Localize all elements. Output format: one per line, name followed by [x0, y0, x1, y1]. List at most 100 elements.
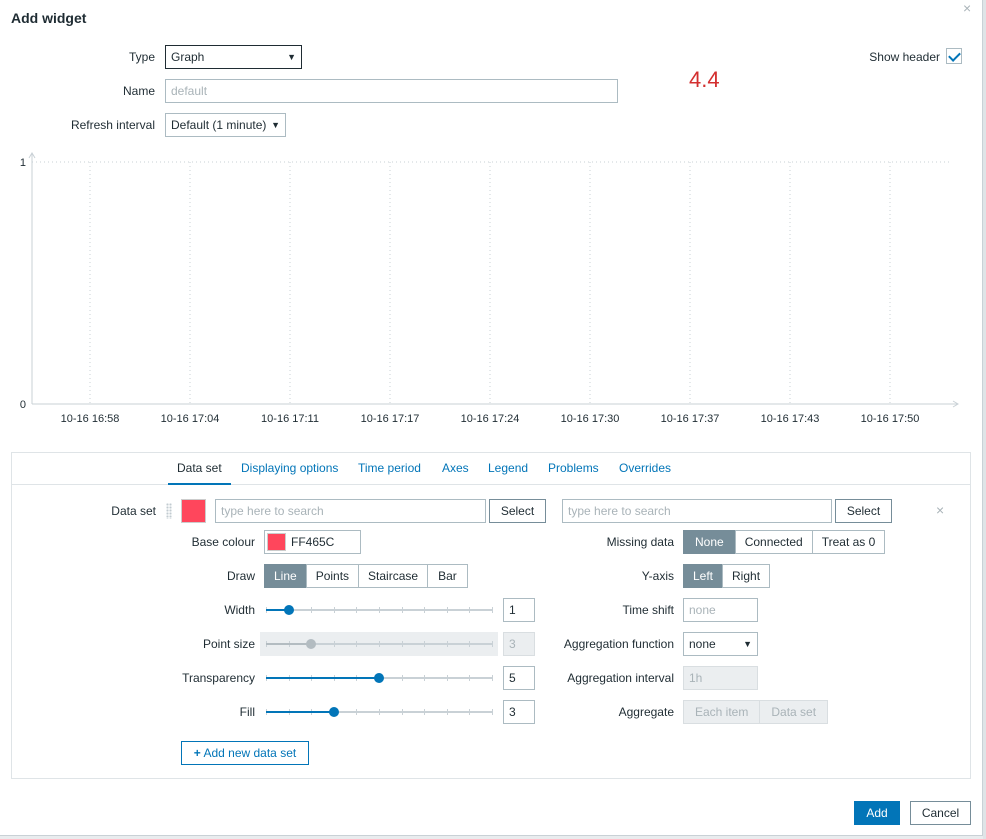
- slider-tick: [447, 607, 448, 613]
- base-colour-swatch[interactable]: [267, 533, 286, 551]
- data-set-label: Data set: [111, 504, 156, 518]
- y-tick-label: 1: [20, 157, 26, 169]
- tab-data-set[interactable]: Data set: [168, 461, 231, 485]
- tab-displaying-options[interactable]: Displaying options: [241, 461, 338, 475]
- name-input[interactable]: default: [165, 79, 618, 103]
- type-select[interactable]: Graph ▼: [165, 45, 302, 69]
- draw-option-line[interactable]: Line: [264, 564, 307, 588]
- slider-tick: [334, 641, 335, 647]
- slider-thumb[interactable]: [284, 605, 294, 615]
- slider-fill: [266, 677, 379, 679]
- slider-fill: [266, 643, 311, 645]
- width-label: Width: [224, 603, 255, 617]
- slider-tick: [356, 641, 357, 647]
- aggregate-data-set: Data set: [759, 700, 829, 724]
- slider-tick: [492, 675, 493, 681]
- close-icon[interactable]: ×: [963, 0, 971, 16]
- tab-legend[interactable]: Legend: [488, 461, 528, 475]
- graph-preview: 10-16 16:58 10-16 17:04 10-16 17:11 10-16 1…: [20, 152, 959, 425]
- slider-thumb[interactable]: [374, 673, 384, 683]
- tab-time-period[interactable]: Time period: [358, 461, 421, 475]
- chevron-down-icon: ▼: [271, 120, 280, 130]
- aggregation-function-value: none: [689, 637, 716, 651]
- y-axis-right[interactable]: Right: [722, 564, 771, 588]
- slider-tick: [402, 709, 403, 715]
- missing-data-connected[interactable]: Connected: [734, 530, 813, 554]
- slider-tick: [424, 641, 425, 647]
- data-set-color-swatch[interactable]: [181, 499, 206, 523]
- base-colour-input[interactable]: FF465C: [264, 530, 361, 554]
- slider-tick: [311, 607, 312, 613]
- slider-tick: [447, 675, 448, 681]
- draw-option-points[interactable]: Points: [305, 564, 360, 588]
- x-tick-label: 10-16 17:30: [561, 413, 620, 425]
- time-shift-input[interactable]: none: [683, 598, 758, 622]
- widget-value: 4.4: [689, 67, 720, 92]
- draw-option-staircase[interactable]: Staircase: [358, 564, 429, 588]
- transparency-label: Transparency: [182, 671, 255, 685]
- remove-data-set-icon[interactable]: ×: [936, 502, 944, 518]
- y-axis-segmented: Left Right: [683, 564, 771, 588]
- add-widget-dialog: Add widget × Type Graph ▼ Name default R…: [0, 0, 983, 836]
- slider-tick: [469, 675, 470, 681]
- item-pattern-input[interactable]: type here to search: [562, 499, 832, 523]
- missing-data-none[interactable]: None: [683, 530, 736, 554]
- x-tick-label: 10-16 17:17: [361, 413, 420, 425]
- fill-slider[interactable]: [260, 700, 498, 724]
- refresh-interval-select[interactable]: Default (1 minute) ▼: [165, 113, 286, 137]
- tab-problems[interactable]: Problems: [548, 461, 599, 475]
- refresh-interval-label: Refresh interval: [70, 118, 155, 132]
- slider-tick: [469, 709, 470, 715]
- slider-thumb[interactable]: [306, 639, 316, 649]
- show-header-checkbox[interactable]: [946, 48, 962, 64]
- x-tick-label: 10-16 17:04: [161, 413, 220, 425]
- tab-overrides[interactable]: Overrides: [619, 461, 671, 475]
- width-slider[interactable]: [260, 598, 498, 622]
- slider-tick: [424, 675, 425, 681]
- draw-label: Draw: [226, 569, 255, 583]
- name-label: Name: [122, 84, 155, 98]
- aggregation-interval-label: Aggregation interval: [567, 671, 674, 685]
- tab-bar: Data set Displaying options Time period …: [12, 453, 970, 485]
- add-new-data-set-label: Add new data set: [203, 746, 297, 760]
- x-tick-label: 10-16 17:24: [461, 413, 520, 425]
- host-pattern-input[interactable]: type here to search: [215, 499, 486, 523]
- add-new-data-set-button[interactable]: + Add new data set: [181, 741, 309, 765]
- slider-tick: [379, 709, 380, 715]
- cancel-button[interactable]: Cancel: [910, 801, 971, 825]
- x-tick-label: 10-16 16:58: [61, 413, 120, 425]
- slider-tick: [424, 709, 425, 715]
- show-header-label: Show header: [869, 50, 940, 64]
- add-button[interactable]: Add: [854, 801, 900, 825]
- slider-thumb[interactable]: [329, 707, 339, 717]
- dialog-title: Add widget: [11, 10, 87, 26]
- drag-handle-icon[interactable]: [166, 503, 172, 519]
- transparency-slider[interactable]: [260, 666, 498, 690]
- item-select-button[interactable]: Select: [835, 499, 892, 523]
- aggregate-segmented: Each item Data set: [683, 700, 829, 724]
- draw-segmented: Line Points Staircase Bar: [264, 564, 468, 588]
- widget-config-tabs: Data set Displaying options Time period …: [11, 452, 971, 779]
- host-select-button[interactable]: Select: [489, 499, 546, 523]
- draw-option-bar[interactable]: Bar: [427, 564, 468, 588]
- tab-axes[interactable]: Axes: [442, 461, 469, 475]
- x-tick-label: 10-16 17:37: [661, 413, 720, 425]
- slider-tick: [334, 607, 335, 613]
- base-colour-value: FF465C: [291, 535, 335, 549]
- slider-tick: [402, 641, 403, 647]
- aggregate-each-item: Each item: [683, 700, 761, 724]
- aggregation-interval-input: 1h: [683, 666, 758, 690]
- chevron-down-icon: ▼: [743, 639, 752, 649]
- slider-tick: [379, 607, 380, 613]
- fill-label: Fill: [239, 705, 255, 719]
- aggregate-label: Aggregate: [618, 705, 674, 719]
- slider-tick: [469, 641, 470, 647]
- slider-fill: [266, 711, 334, 713]
- aggregation-function-select[interactable]: none ▼: [683, 632, 758, 656]
- y-axis-left[interactable]: Left: [683, 564, 724, 588]
- missing-data-treat-as-0[interactable]: Treat as 0: [811, 530, 886, 554]
- point-size-label: Point size: [202, 637, 255, 651]
- slider-tick: [469, 607, 470, 613]
- plus-icon: +: [193, 746, 201, 760]
- refresh-interval-value: Default (1 minute): [171, 118, 267, 132]
